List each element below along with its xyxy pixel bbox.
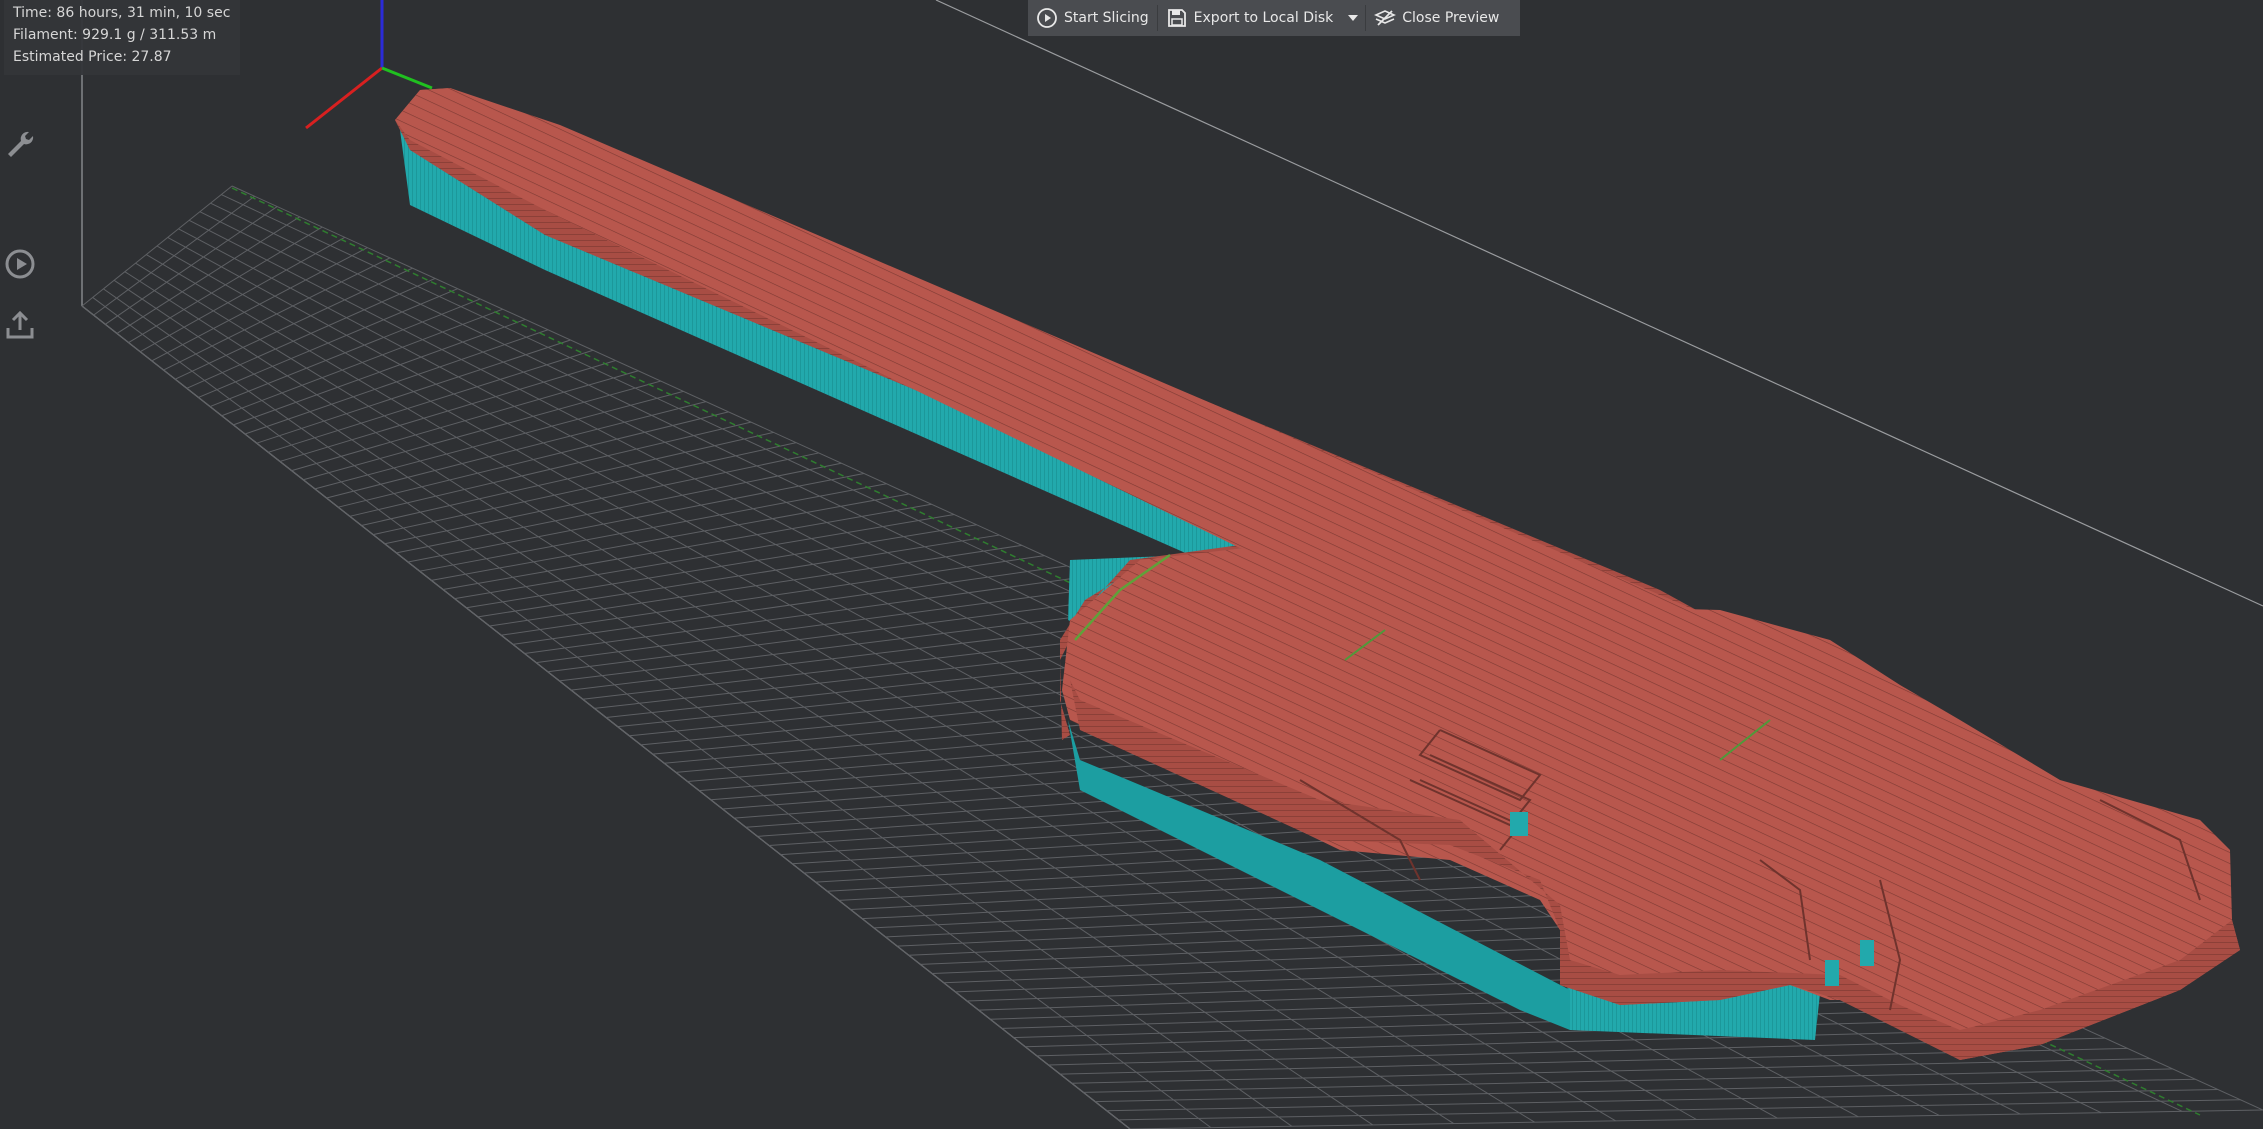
close-preview-button[interactable]: Close Preview xyxy=(1366,0,1507,36)
start-slicing-label: Start Slicing xyxy=(1064,10,1149,26)
close-preview-label: Close Preview xyxy=(1402,10,1500,26)
upload-icon[interactable] xyxy=(2,306,38,342)
save-disk-icon xyxy=(1167,9,1186,27)
export-label: Export to Local Disk xyxy=(1193,10,1334,26)
play-icon[interactable] xyxy=(2,246,38,282)
3d-preview-viewport[interactable] xyxy=(0,0,2263,1129)
export-button[interactable]: Export to Local Disk xyxy=(1158,0,1342,36)
chevron-down-icon xyxy=(1348,15,1359,21)
estimated-price: Estimated Price: 27.87 xyxy=(13,49,172,65)
print-stats-panel: Time: 86 hours, 31 min, 10 sec Filament:… xyxy=(4,0,240,75)
layers-close-icon xyxy=(1374,10,1397,26)
top-toolbar: Start Slicing Export to Local Disk Close… xyxy=(1028,0,1520,36)
print-time: Time: 86 hours, 31 min, 10 sec xyxy=(13,5,231,21)
export-dropdown-arrow[interactable] xyxy=(1341,0,1365,36)
play-circle-icon xyxy=(1037,8,1057,28)
start-slicing-button[interactable]: Start Slicing xyxy=(1028,0,1157,36)
wrench-icon[interactable] xyxy=(2,126,38,162)
filament-usage: Filament: 929.1 g / 311.53 m xyxy=(13,27,217,43)
